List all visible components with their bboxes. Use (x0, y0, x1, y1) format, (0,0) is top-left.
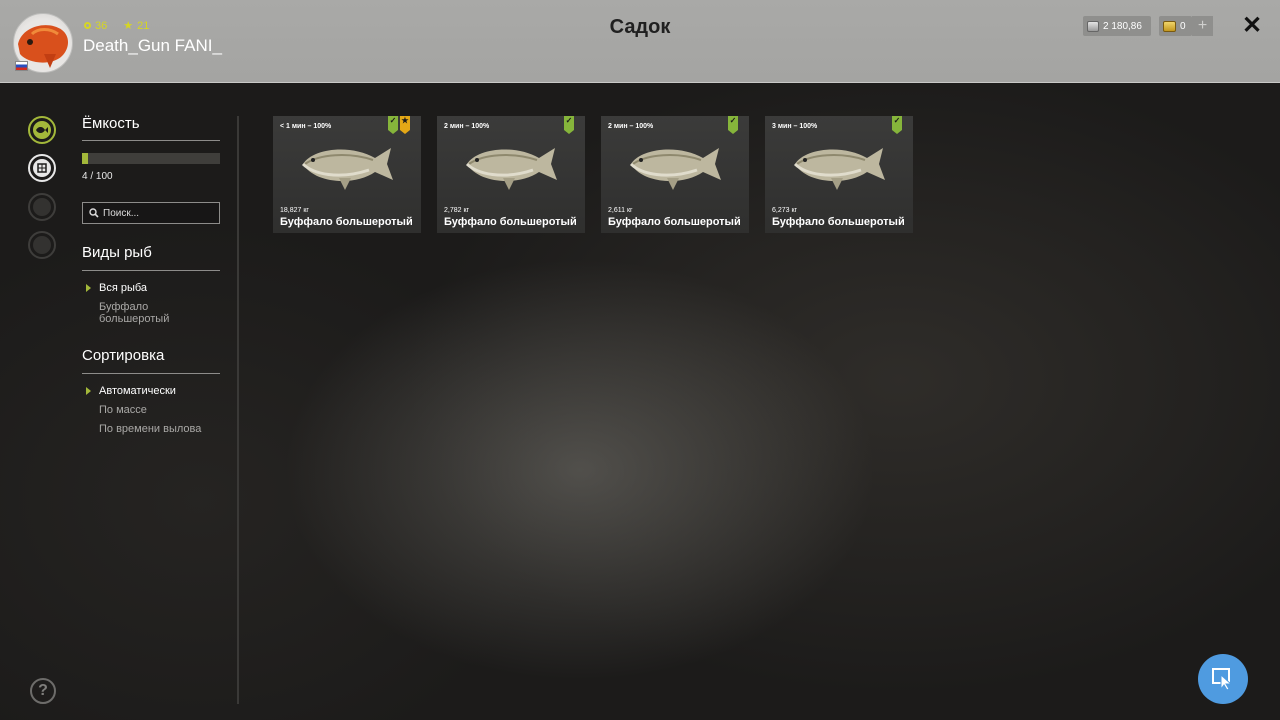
close-button[interactable]: ✕ (1240, 14, 1264, 38)
search-box[interactable] (82, 202, 220, 224)
trophy-badge-icon: ★ (400, 116, 410, 134)
catch-time: 3 мин – 100% (772, 123, 818, 130)
fish-weight: 6,273 кг (772, 207, 798, 214)
sort-option-mass[interactable]: По массе (99, 404, 147, 416)
catch-time: 2 мин – 100% (444, 123, 490, 130)
capacity-bar-fill (82, 153, 88, 164)
cursor-mode-button[interactable] (1198, 654, 1248, 704)
divider (82, 270, 220, 271)
species-title: Виды рыб (82, 244, 152, 261)
selected-arrow-icon (86, 284, 91, 292)
cursor-icon (1212, 668, 1233, 691)
gold-balance: 0 (1159, 16, 1192, 36)
fish-card[interactable]: 2 мин – 100% ✓ 2,611 кг Буффало большеро… (601, 116, 749, 233)
add-gold-button[interactable]: + (1192, 16, 1213, 36)
silver-value: 2 180,86 (1103, 20, 1142, 32)
catch-time: 2 мин – 100% (608, 123, 654, 130)
search-icon (89, 208, 99, 218)
top-bar: 36 ★ 21 Death_Gun FANI_ Садок 2 180,86 0… (0, 0, 1280, 83)
keepnet-icon (33, 159, 51, 177)
check-badge-icon: ✓ (892, 116, 902, 134)
silver-coin-icon (1087, 20, 1099, 32)
nav-base-button[interactable] (28, 231, 56, 259)
catch-time: < 1 мин – 100% (280, 123, 332, 130)
capacity-text: 4 / 100 (82, 171, 113, 182)
buffalo-fish-icon (465, 148, 557, 190)
gold-value: 0 (1180, 20, 1186, 32)
buffalo-fish-icon (301, 148, 393, 190)
species-option-buffalo[interactable]: Буффало большеротый (99, 301, 209, 325)
fish-name: Буффало большеротый (608, 216, 741, 228)
username: Death_Gun FANI_ (83, 36, 222, 55)
search-input[interactable] (103, 207, 213, 219)
fish-card[interactable]: 3 мин – 100% ✓ 6,273 кг Буффало большеро… (765, 116, 913, 233)
nav-tackle-button[interactable] (28, 193, 56, 221)
capacity-title: Ёмкость (82, 115, 140, 132)
capacity-bar (82, 153, 220, 164)
fish-name: Буффало большеротый (444, 216, 577, 228)
sort-option-auto[interactable]: Автоматически (99, 385, 176, 397)
check-badge-icon: ✓ (728, 116, 738, 134)
help-button[interactable]: ? (30, 678, 56, 704)
buffalo-fish-icon (793, 148, 885, 190)
buffalo-fish-icon (629, 148, 721, 190)
fish-name: Буффало большеротый (772, 216, 905, 228)
sort-title: Сортировка (82, 347, 165, 364)
silver-balance: 2 180,86 (1083, 16, 1151, 36)
fish-weight: 18,827 кг (280, 207, 309, 214)
fish-weight: 2,782 кг (444, 207, 470, 214)
divider (82, 373, 220, 374)
panel-divider (237, 116, 239, 704)
home-icon (33, 236, 51, 254)
country-flag-icon (15, 61, 28, 71)
nav-fish-button[interactable] (28, 116, 56, 144)
fish-card[interactable]: 2 мин – 100% ✓ 2,782 кг Буффало большеро… (437, 116, 585, 233)
species-option-all[interactable]: Вся рыба (99, 282, 147, 294)
divider (82, 140, 220, 141)
fish-card[interactable]: < 1 мин – 100% ✓ ★ 18,827 кг Буффало бол… (273, 116, 421, 233)
selected-arrow-icon (86, 387, 91, 395)
tackle-icon (33, 198, 51, 216)
gold-coin-icon (1163, 20, 1176, 32)
sort-option-time[interactable]: По времени вылова (99, 423, 201, 435)
check-badge-icon: ✓ (564, 116, 574, 134)
fish-icon (33, 121, 51, 139)
check-badge-icon: ✓ (388, 116, 398, 134)
nav-keepnet-button[interactable] (28, 154, 56, 182)
fish-name: Буффало большеротый (280, 216, 413, 228)
fish-weight: 2,611 кг (608, 207, 633, 214)
